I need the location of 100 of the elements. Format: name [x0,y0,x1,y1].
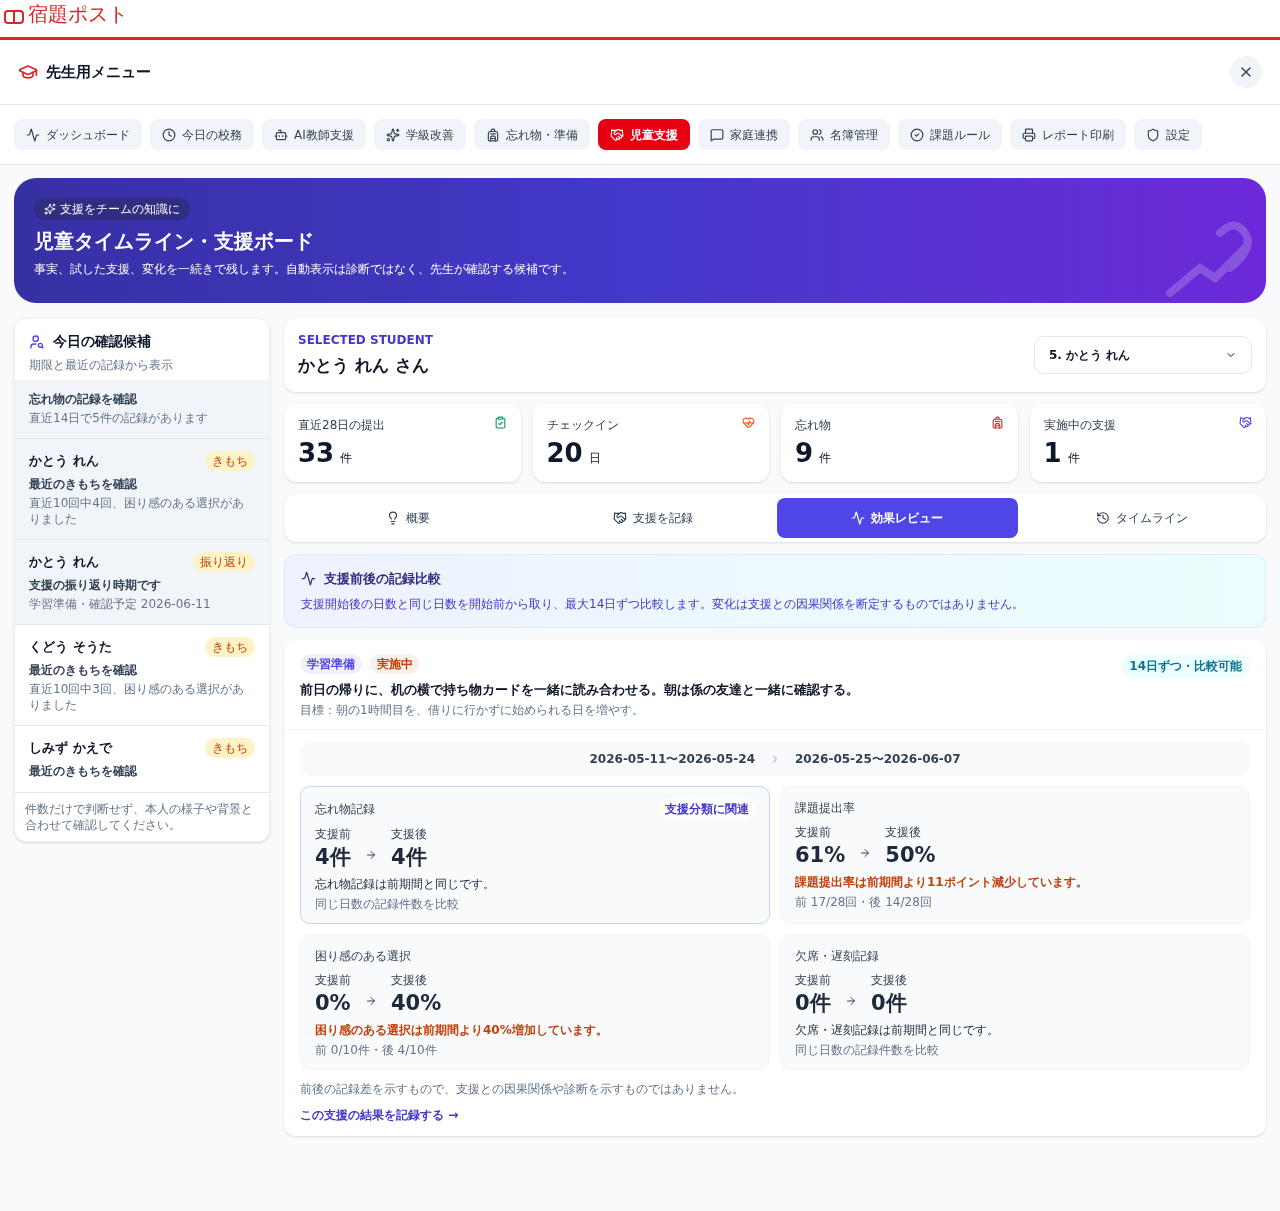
view-tab[interactable]: タイムライン [1021,498,1262,538]
plan-title: 前日の帰りに、机の横で持ち物カードを一緒に読み合わせる。朝は係の友達と一緒に確認する。 [300,680,860,699]
category-badge: 振り返り [193,552,255,572]
nav-tab[interactable]: 家庭連携 [697,119,790,150]
candidates-note: 件数だけで判断せず、本人の様子や背景と合わせて確認してください。 [24,801,254,834]
comparison-message: 困り感のある選択は前期間より40%増加しています。 [315,1022,609,1039]
category-badge: きもち [205,637,255,657]
plan-goal: 目標：朝の1時間目を、借りに行かずに始められる日を増やす。 [300,702,645,719]
candidate-title: 支援の振り返り時期です [29,577,162,594]
candidate-detail: 直近10回中4回、困り感のある選択がありました [29,495,245,527]
graduation-cap-icon [18,62,38,82]
handshake-icon [609,127,624,142]
view-tab[interactable]: 効果レビュー [777,498,1018,538]
selected-student-caption: SELECTED STUDENT [298,332,433,350]
info-title: 支援前後の記録比較 [324,570,441,588]
metric-unit: 件 [1067,450,1080,467]
pulse-icon [851,511,866,525]
nav-tab[interactable]: 今日の校務 [150,119,254,150]
metric-unit: 件 [819,450,832,467]
banner-title: 児童タイムライン・支援ボード [34,228,315,255]
student-select[interactable]: 5. かとう れん [1034,336,1252,374]
handshake-icon [1239,416,1252,429]
metric-value: 20 [546,437,583,470]
close-button[interactable] [1230,56,1262,88]
nav-tab[interactable]: 忘れ物・準備 [473,119,590,150]
metric-value: 1 [1043,437,1062,470]
candidates-subtitle: 期限と最近の記録から表示 [29,357,174,374]
printer-icon [1021,127,1036,142]
candidate-detail: 直近14日で5件の記録があります [29,410,209,426]
comparison-message: 課題提出率は前期間より11ポイント減少しています。 [795,874,1089,891]
student-name: くどう そうた [29,638,112,657]
mailbox-logo-icon [4,9,24,25]
period-before: 2026-05-11〜2026-05-24 [589,751,755,768]
before-label: 支援前 [315,972,351,989]
backpack-icon [990,416,1004,429]
robot-icon [274,127,288,142]
after-label: 支援後 [871,972,907,989]
app-logo: 宿題ポスト [28,1,128,28]
comparison-title: 忘れ物記録 [315,801,375,818]
nav-tab[interactable]: 名簿管理 [797,119,890,150]
before-label: 支援前 [795,972,831,989]
student-name: しみず かえで [29,739,112,758]
candidate-title: 忘れ物の記録を確認 [29,391,138,408]
comparison-badge: 14日ずつ・比較可能 [1121,653,1250,678]
selected-student-name: かとう れん さん [298,354,430,378]
category-badge: きもち [205,451,255,471]
plan-note: 前後の記録差を示すもので、支援との因果関係や診断を示すものではありません。 [300,1081,745,1098]
pulse-icon [301,571,316,587]
pulse-icon [26,127,40,142]
nav-tab[interactable]: 課題ルール [897,119,1002,150]
comparison-detail: 前 0/10件・後 4/10件 [315,1042,438,1059]
history-icon [1095,511,1110,525]
after-label: 支援後 [885,824,923,841]
arrow-right-icon [365,849,377,861]
view-tab[interactable]: 支援を記録 [532,498,773,538]
candidate-title: 最近のきもちを確認 [29,763,138,780]
arrow-right-icon [859,847,872,859]
plan-tag: 実施中 [370,653,420,674]
nav-tab[interactable]: 学級改善 [373,119,466,150]
heart-pulse-icon [742,416,755,429]
candidate-item[interactable]: 忘れ物の記録を確認 直近14日で5件の記録があります [15,380,269,439]
check-circle-icon [909,127,924,142]
comparison-title: 課題提出率 [795,800,855,817]
comparison-message: 欠席・遅刻記録は前期間と同じです。 [795,1022,1000,1039]
menu-title: 先生用メニュー [46,61,151,83]
record-result-link[interactable]: この支援の結果を記録する → [300,1106,459,1124]
nav-tab[interactable]: 設定 [1133,119,1202,150]
candidate-title: 最近のきもちを確認 [29,662,138,679]
after-label: 支援後 [391,972,428,989]
arrow-right-icon [365,995,377,1007]
candidate-item[interactable]: くどう そうた きもち 最近のきもちを確認 直近10回中3回、困り感のある選択がありました [15,625,269,726]
view-tab[interactable]: 概要 [288,498,529,538]
candidate-item[interactable]: しみず かえで きもち 最近のきもちを確認 [15,726,269,793]
handshake-icon [612,511,627,525]
comparison-detail: 前 17/28回・後 14/28回 [795,894,933,911]
metric-label: 実施中の支援 [1043,417,1116,434]
candidate-item[interactable]: かとう れん 振り返り 支援の振り返り時期です 学習準備・確認予定 2026-06-11 [15,540,269,625]
metric-label: 直近28日の提出 [298,417,386,434]
nav-tab[interactable]: レポート印刷 [1009,119,1126,150]
before-label: 支援前 [315,826,351,843]
after-value: 4件 [391,844,427,871]
user-search-icon [29,333,45,350]
period-after: 2026-05-25〜2026-06-07 [795,751,961,768]
before-value: 0% [315,990,351,1017]
nav-tab[interactable]: 児童支援 [597,119,690,150]
banner-subtitle: 事実、試した支援、変化を一続きで残します。自動表示は診断ではなく、先生が確認する候補です。 [34,261,575,278]
nav-tab[interactable]: ダッシュボード [14,119,142,150]
related-badge: 支援分類に関連 [659,799,755,819]
users-icon [809,127,824,142]
chat-icon [709,127,724,142]
nav-tab[interactable]: AI教師支援 [262,119,366,150]
candidate-detail: 直近10回中3回、困り感のある選択がありました [29,681,245,713]
metric-unit: 件 [340,450,353,467]
metric-unit: 日 [588,450,601,467]
banner-tag: 支援をチームの知識に [34,198,190,220]
after-value: 50% [885,842,936,869]
before-value: 61% [795,842,846,869]
metric-label: チェックイン [546,417,619,434]
metric-value: 9 [795,437,814,470]
candidate-item[interactable]: かとう れん きもち 最近のきもちを確認 直近10回中4回、困り感のある選択がありました [15,439,269,540]
